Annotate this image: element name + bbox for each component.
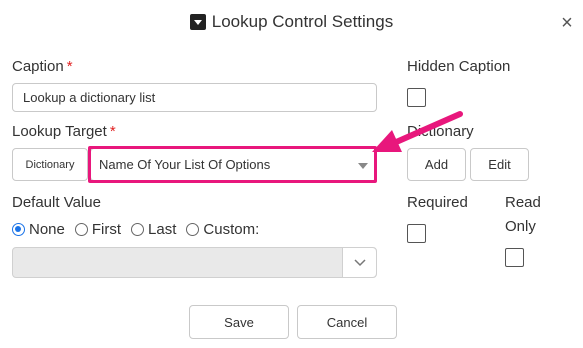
required-checkbox[interactable]	[407, 224, 426, 243]
edit-button[interactable]: Edit	[470, 148, 529, 181]
default-value-radio-group: None First Last Custom:	[12, 221, 269, 238]
cancel-button[interactable]: Cancel	[297, 305, 397, 339]
radio-last[interactable]: Last	[131, 221, 176, 238]
caption-input[interactable]: Lookup a dictionary list	[12, 83, 377, 112]
save-button[interactable]: Save	[189, 305, 289, 339]
lookup-target-select[interactable]: Name Of Your List Of Options	[90, 148, 377, 181]
read-only-label-line2: Only	[505, 218, 536, 235]
radio-button[interactable]	[186, 223, 200, 236]
close-icon[interactable]: ×	[558, 13, 576, 33]
hidden-caption-checkbox[interactable]	[407, 88, 426, 107]
radio-none[interactable]: None	[12, 221, 65, 238]
lookup-type-button[interactable]: Dictionary	[12, 148, 88, 181]
dictionary-label: Dictionary	[407, 123, 474, 140]
chevron-down-icon[interactable]	[342, 248, 376, 277]
dialog-title-text: Lookup Control Settings	[211, 12, 394, 31]
radio-button[interactable]	[74, 223, 88, 236]
dialog-title: Lookup Control Settings	[0, 10, 583, 34]
caption-input-value: Lookup a dictionary list	[23, 90, 156, 105]
read-only-checkbox[interactable]	[505, 248, 524, 267]
caption-label: Caption *	[12, 58, 73, 75]
radio-first[interactable]: First	[74, 221, 121, 238]
lookup-target-value: Name Of Your List Of Options	[99, 157, 271, 172]
read-only-label-line1: Read	[505, 194, 541, 211]
dropdown-box-icon	[189, 14, 206, 30]
lookup-target-label: Lookup Target *	[12, 123, 116, 140]
default-value-label: Default Value	[12, 194, 101, 211]
radio-button-checked[interactable]	[12, 223, 25, 236]
custom-value-select[interactable]	[12, 247, 377, 278]
required-label: Required	[407, 194, 468, 211]
radio-button[interactable]	[131, 223, 145, 236]
add-button[interactable]: Add	[407, 148, 466, 181]
radio-custom[interactable]: Custom:	[186, 221, 259, 238]
caret-down-icon	[358, 157, 368, 172]
hidden-caption-label: Hidden Caption	[407, 58, 511, 75]
